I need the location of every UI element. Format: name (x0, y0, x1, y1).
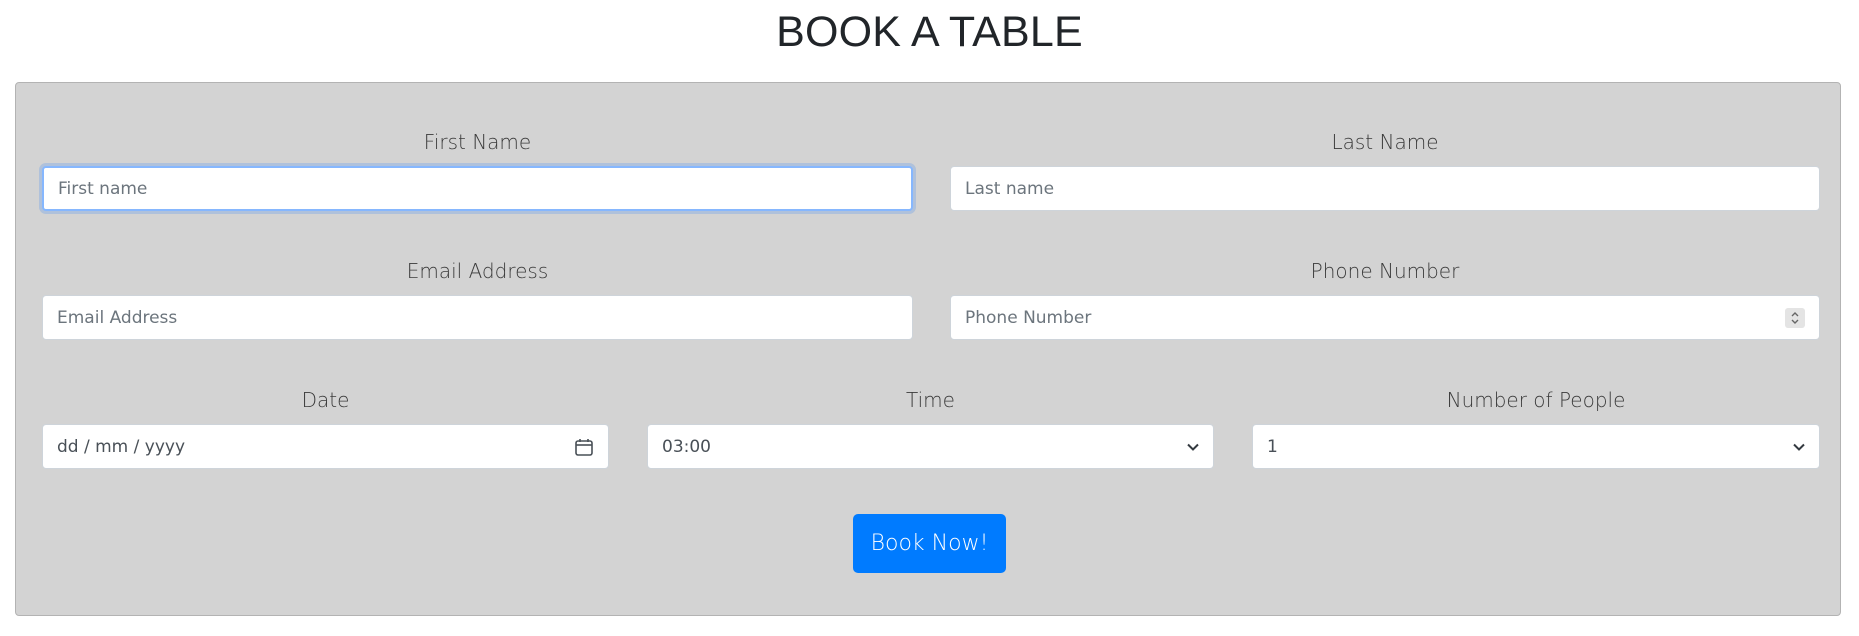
booking-form-panel: First Name Last Name Email Address Phone… (15, 82, 1841, 616)
book-now-button[interactable]: Book Now! (853, 514, 1006, 573)
date-input[interactable]: dd / mm / yyyy (42, 424, 609, 469)
time-selected: 03:00 (662, 436, 711, 457)
people-selected: 1 (1267, 436, 1278, 457)
time-select[interactable]: 03:00 (647, 424, 1214, 469)
people-label: Number of People (1446, 388, 1626, 412)
first-name-field: First Name (42, 130, 913, 211)
chevron-down-icon (1187, 443, 1199, 451)
last-name-label: Last Name (1331, 130, 1439, 154)
chevron-down-icon (1793, 443, 1805, 451)
date-label: Date (301, 388, 350, 412)
page-title: BOOK A TABLE (776, 8, 1083, 56)
last-name-input[interactable] (950, 166, 1820, 211)
phone-label: Phone Number (1310, 259, 1460, 283)
date-placeholder: dd / mm / yyyy (57, 436, 186, 457)
email-label: Email Address (406, 259, 549, 283)
time-field: Time 03:00 (647, 388, 1214, 469)
first-name-input[interactable] (42, 166, 913, 211)
email-input[interactable] (42, 295, 913, 340)
last-name-field: Last Name (950, 130, 1820, 211)
calendar-icon[interactable] (574, 437, 594, 457)
time-label: Time (906, 388, 955, 412)
spinner-icon[interactable] (1785, 307, 1805, 328)
people-field: Number of People 1 (1252, 388, 1820, 469)
phone-input[interactable]: Phone Number (950, 295, 1820, 340)
date-field: Date dd / mm / yyyy (42, 388, 609, 469)
phone-placeholder: Phone Number (965, 307, 1092, 328)
first-name-label: First Name (423, 130, 532, 154)
email-field: Email Address (42, 259, 913, 340)
phone-field: Phone Number Phone Number (950, 259, 1820, 340)
people-select[interactable]: 1 (1252, 424, 1820, 469)
